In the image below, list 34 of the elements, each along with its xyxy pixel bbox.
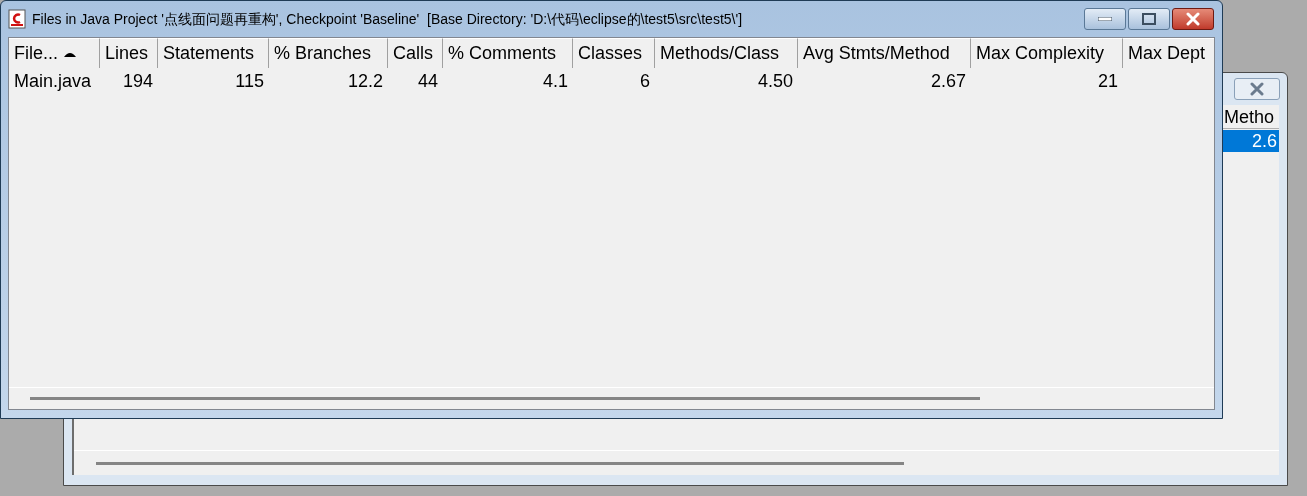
scrollbar[interactable] bbox=[96, 461, 904, 465]
column-header[interactable]: Methods/Class bbox=[655, 38, 798, 68]
column-header[interactable]: Avg Stmts/Method bbox=[798, 38, 971, 68]
minimize-button[interactable] bbox=[1084, 8, 1126, 30]
table-cell-text: 44 bbox=[416, 69, 439, 93]
column-header[interactable]: Max Dept bbox=[1123, 38, 1214, 68]
table-cell-text: 4.50 bbox=[756, 69, 794, 93]
column-header[interactable]: % Branches bbox=[269, 38, 388, 68]
table-cell-text: 21 bbox=[1096, 69, 1119, 93]
column-header[interactable]: Statements bbox=[158, 38, 269, 68]
column-header[interactable]: Lines bbox=[100, 38, 158, 68]
window-title: Files in Java Project '点线面问题再重构', Checkpoint 'Baseline' [Base Directory: 'D:\代码\eclipse的\test5\src\test5\'] bbox=[32, 9, 744, 29]
column-header[interactable]: % Comments bbox=[443, 38, 573, 68]
maximize-icon bbox=[1142, 13, 1156, 25]
column-header[interactable]: Calls bbox=[388, 38, 443, 68]
table-cell[interactable]: 2.6 bbox=[1221, 130, 1279, 152]
table-cell-text: 194 bbox=[121, 69, 154, 93]
table-cell-text: 4.1 bbox=[541, 69, 569, 93]
maximize-button[interactable] bbox=[1128, 8, 1170, 30]
column-header[interactable]: Classes bbox=[573, 38, 655, 68]
table-cell-text: 2.67 bbox=[929, 69, 967, 93]
minimize-icon bbox=[1098, 17, 1112, 21]
app-icon bbox=[8, 9, 26, 29]
sort-ascending-icon bbox=[64, 50, 76, 57]
close-button[interactable] bbox=[1172, 8, 1214, 30]
table-cell-text: 6 bbox=[639, 69, 651, 93]
table-cell-text: 115 bbox=[234, 69, 265, 93]
table-cell-text: 12.2 bbox=[346, 69, 384, 93]
column-header[interactable]: File... bbox=[9, 38, 100, 68]
close-icon bbox=[1185, 12, 1201, 26]
scrollbar[interactable] bbox=[30, 397, 980, 400]
table-cell-text: Main.java bbox=[13, 69, 93, 93]
close-icon bbox=[1249, 82, 1265, 96]
column-header[interactable]: Max Complexity bbox=[971, 38, 1123, 68]
